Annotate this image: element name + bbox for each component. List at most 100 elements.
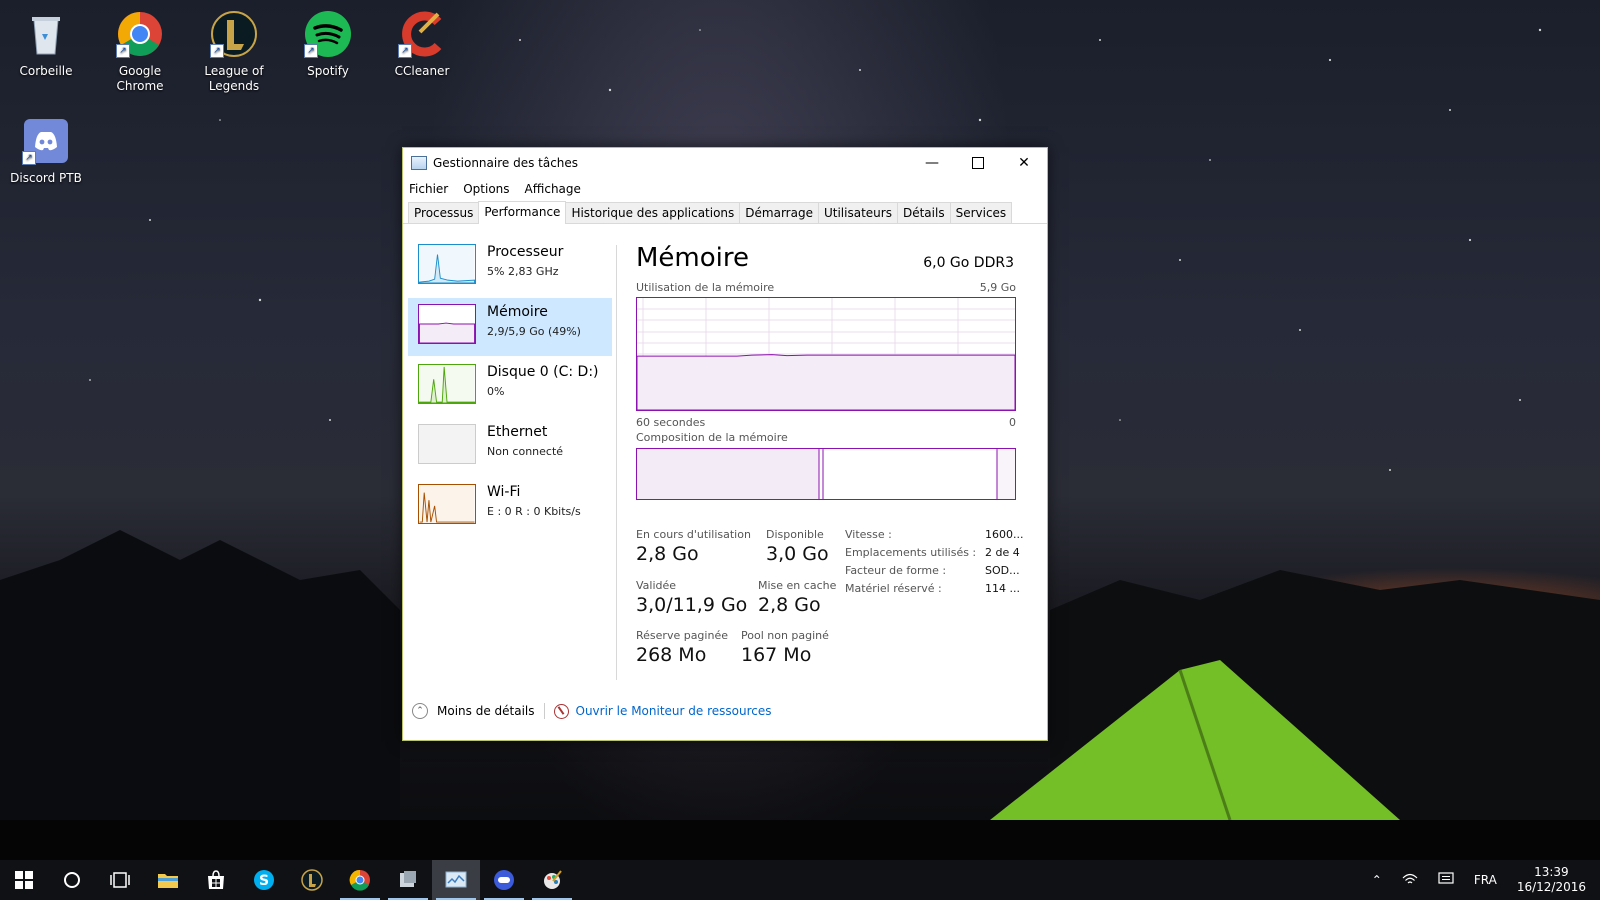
input-language[interactable]: FRA [1464,873,1507,887]
taskbar-task-manager[interactable] [432,860,480,900]
tab-performance[interactable]: Performance [478,201,567,224]
panel-divider[interactable] [616,245,617,680]
menu-affichage[interactable]: Affichage [525,182,581,196]
usage-graph-max: 5,9 Go [979,281,1016,294]
taskbar-store[interactable] [192,860,240,900]
cortana-button[interactable] [48,860,96,900]
store-icon [208,870,224,889]
task-view-button[interactable] [96,860,144,900]
taskbar-google-chrome[interactable] [336,860,384,900]
minimize-button[interactable]: — [909,148,955,178]
clock[interactable]: 13:39 16/12/2016 [1507,865,1600,895]
desktop-icon-google-chrome[interactable]: ↗ Google Chrome [94,2,186,94]
desktop-icon-league-of-legends[interactable]: ↗ League of Legends [188,2,280,94]
palette-icon [544,870,562,889]
cpu-thumbnail-graph [418,244,476,284]
network-button[interactable] [1392,872,1428,889]
taskbar-skype[interactable]: S [240,860,288,900]
menu-fichier[interactable]: Fichier [409,182,448,196]
detail-slots-label: Emplacements utilisés : [845,546,977,559]
ethernet-thumbnail-graph [418,424,476,464]
sidebar-item-value: E : 0 R : 0 Kbits/s [487,505,581,518]
desktop-icon-discord-ptb[interactable]: ↗ Discord PTB [0,109,92,186]
clock-date: 16/12/2016 [1516,880,1586,894]
detail-speed-label: Vitesse : [845,528,892,541]
shortcut-arrow-icon: ↗ [116,44,130,58]
tab-historique[interactable]: Historique des applications [565,202,741,223]
taskbar-app-installer[interactable] [384,860,432,900]
menu-options[interactable]: Options [463,182,509,196]
taskbar-league-of-legends[interactable] [288,860,336,900]
in-use-value: 2,8 Go [636,543,699,565]
task-manager-window: Gestionnaire des tâches — ✕ Fichier Opti… [402,147,1048,741]
close-button[interactable]: ✕ [1001,148,1047,178]
tab-details[interactable]: Détails [896,202,951,223]
recycle-bin-icon [22,10,70,58]
start-button[interactable] [0,860,48,900]
sidebar-item-value: 0% [487,385,505,398]
taskbar-discord[interactable] [480,860,528,900]
sidebar-item-label: Mémoire [487,304,548,320]
taskbar-file-explorer[interactable] [144,860,192,900]
installer-icon [400,871,416,887]
resource-list: Processeur 5% 2,83 GHz Mémoire 2,9/5,9 G… [408,238,612,538]
sidebar-item-disque[interactable]: Disque 0 (C: D:) 0% [408,358,612,416]
tab-services[interactable]: Services [949,202,1013,223]
task-manager-icon [445,871,467,888]
system-tray: ⌃ FRA 13:39 16/12/2016 [1362,860,1600,900]
maximize-button[interactable] [955,148,1001,178]
sidebar-item-label: Wi-Fi [487,484,521,500]
spotify-icon: ↗ [304,10,352,58]
memory-composition-bar [636,448,1016,500]
open-resource-monitor-link[interactable]: Ouvrir le Moniteur de ressources [576,704,772,718]
sidebar-item-label: Disque 0 (C: D:) [487,364,599,380]
tab-utilisateurs[interactable]: Utilisateurs [817,202,898,223]
show-hidden-icons-button[interactable]: ⌃ [1362,873,1392,887]
detail-slots-value: 2 de 4 [985,546,1020,559]
action-center-button[interactable] [1428,871,1464,889]
shortcut-arrow-icon: ↗ [398,44,412,58]
memory-usage-line [637,354,1015,410]
desktop-icon-ccleaner[interactable]: ↗ CCleaner [376,2,468,79]
desktop-icon-label: Corbeille [19,64,73,78]
desktop-icon-label: Discord PTB [10,171,82,185]
cortana-circle-icon [64,872,80,888]
tab-demarrage[interactable]: Démarrage [739,202,819,223]
desktop-icon-label: Spotify [307,64,349,78]
notification-icon [1438,871,1454,884]
detail-form-factor-value: SOD... [985,564,1020,577]
minimize-icon: — [925,155,939,171]
shortcut-arrow-icon: ↗ [22,151,36,165]
chevron-up-icon[interactable]: ⌃ [412,703,428,719]
sidebar-item-wifi[interactable]: Wi-Fi E : 0 R : 0 Kbits/s [408,478,612,536]
title-bar[interactable]: Gestionnaire des tâches — ✕ [403,148,1047,178]
discord-icon [494,870,514,890]
chevron-up-icon: ⌃ [1371,873,1382,887]
desktop-icon-recycle-bin[interactable]: Corbeille [0,2,92,79]
sidebar-item-ethernet[interactable]: Ethernet Non connecté [408,418,612,476]
desktop-icon-spotify[interactable]: ↗ Spotify [282,2,374,79]
task-view-icon [110,872,130,888]
available-value: 3,0 Go [766,543,829,565]
page-title: Mémoire [636,243,750,273]
in-use-label: En cours d'utilisation [636,528,751,541]
detail-reserved-label: Matériel réservé : [845,582,942,595]
usage-graph-label: Utilisation de la mémoire [636,281,775,294]
chrome-icon: ↗ [116,10,164,58]
desktop-icon-label: League of Legends [204,64,264,93]
cached-value: 2,8 Go [758,594,821,616]
clock-time: 13:39 [1534,865,1569,879]
memory-details: Mémoire 6,0 Go DDR3 Utilisation de la mé… [636,223,1023,693]
memory-usage-graph [636,297,1016,411]
sidebar-item-processeur[interactable]: Processeur 5% 2,83 GHz [408,238,612,296]
tab-processus[interactable]: Processus [408,202,480,223]
taskbar: S ⌃ FRA 13:39 16/12/2016 [0,860,1600,900]
taskbar-paint-app[interactable] [528,860,576,900]
committed-value: 3,0/11,9 Go [636,594,748,616]
sidebar-item-label: Ethernet [487,424,548,440]
sidebar-item-memoire[interactable]: Mémoire 2,9/5,9 Go (49%) [408,298,612,356]
committed-label: Validée [636,579,677,592]
detail-form-factor-label: Facteur de forme : [845,564,947,577]
task-manager-icon [411,156,427,170]
less-details-button[interactable]: Moins de détails [437,704,535,718]
